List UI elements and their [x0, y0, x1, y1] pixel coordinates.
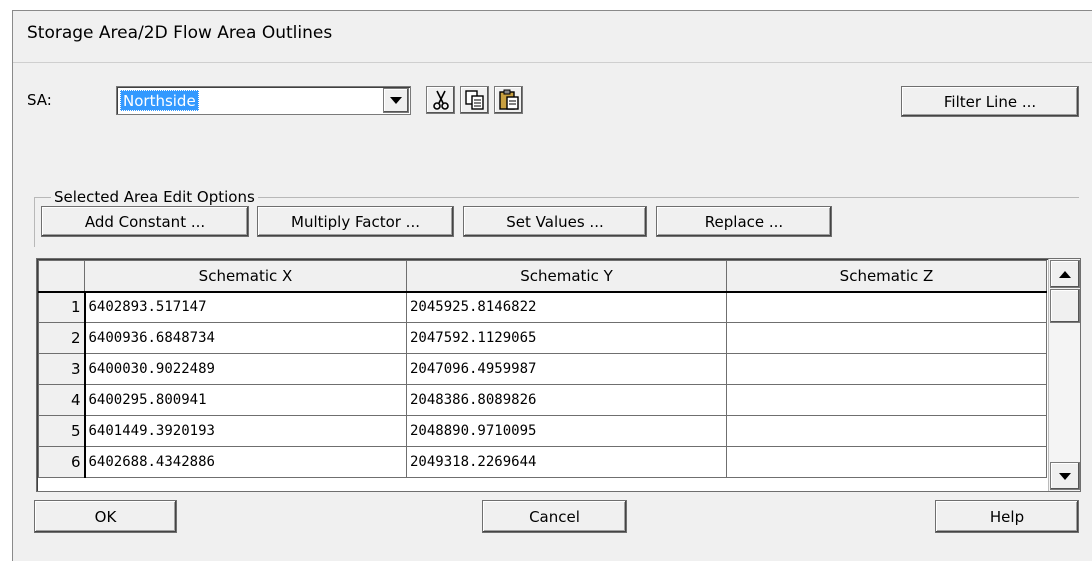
row-number[interactable]: 4	[38, 384, 86, 416]
table-row: 2 6400936.6848734 2047592.1129065	[38, 322, 1047, 354]
row-number[interactable]: 2	[38, 322, 86, 354]
help-button[interactable]: Help	[935, 500, 1079, 533]
table-header-row: Schematic X Schematic Y Schematic Z	[38, 260, 1047, 293]
corner-header-cell[interactable]	[38, 260, 85, 293]
cell-schematic-x[interactable]: 6400295.800941	[84, 384, 407, 416]
cut-button[interactable]	[426, 86, 455, 114]
ok-button[interactable]: OK	[34, 500, 177, 533]
replace-button[interactable]: Replace ...	[656, 206, 832, 237]
sa-selected-value: Northside	[120, 90, 199, 111]
cell-schematic-y[interactable]: 2048890.9710095	[406, 415, 727, 447]
cell-schematic-y[interactable]: 2047096.4959987	[406, 353, 727, 385]
cell-schematic-x[interactable]: 6402893.517147	[84, 291, 407, 323]
cell-schematic-z[interactable]	[726, 291, 1047, 323]
cell-schematic-y[interactable]: 2047592.1129065	[406, 322, 727, 354]
filter-line-button[interactable]: Filter Line ...	[901, 86, 1079, 117]
add-constant-button[interactable]: Add Constant ...	[41, 206, 249, 237]
cancel-button[interactable]: Cancel	[482, 500, 627, 533]
scroll-up-button[interactable]	[1050, 260, 1080, 288]
window-title: Storage Area/2D Flow Area Outlines	[27, 23, 333, 43]
multiply-factor-button[interactable]: Multiply Factor ...	[257, 206, 454, 237]
row-number[interactable]: 3	[38, 353, 86, 385]
cell-schematic-x[interactable]: 6400030.9022489	[84, 353, 407, 385]
cell-schematic-y[interactable]: 2045925.8146822	[406, 291, 727, 323]
set-values-button[interactable]: Set Values ...	[463, 206, 647, 237]
coordinates-table: Schematic X Schematic Y Schematic Z 1 64…	[38, 260, 1047, 478]
column-header-schematic-z[interactable]: Schematic Z	[726, 260, 1047, 293]
arrow-up-icon	[1059, 270, 1071, 278]
cell-schematic-z[interactable]	[726, 353, 1047, 385]
edit-options-label: Selected Area Edit Options	[51, 188, 258, 206]
scissors-icon	[432, 90, 449, 110]
chevron-down-icon	[390, 97, 402, 104]
cell-schematic-z[interactable]	[726, 322, 1047, 354]
table-row: 6 6402688.4342886 2049318.2269644	[38, 446, 1047, 478]
vertical-scrollbar[interactable]	[1048, 259, 1080, 491]
table-row: 5 6401449.3920193 2048890.9710095	[38, 415, 1047, 447]
cell-schematic-y[interactable]: 2048386.8089826	[406, 384, 727, 416]
cell-schematic-x[interactable]: 6402688.4342886	[84, 446, 407, 478]
cell-schematic-z[interactable]	[726, 384, 1047, 416]
arrow-down-icon	[1059, 472, 1071, 480]
scroll-down-button[interactable]	[1050, 462, 1080, 490]
title-bar[interactable]: Storage Area/2D Flow Area Outlines	[13, 11, 1092, 63]
table-row: 3 6400030.9022489 2047096.4959987	[38, 353, 1047, 385]
paste-button[interactable]	[494, 86, 523, 114]
column-header-schematic-x[interactable]: Schematic X	[84, 260, 407, 293]
cell-schematic-z[interactable]	[726, 415, 1047, 447]
coordinates-grid[interactable]: Schematic X Schematic Y Schematic Z 1 64…	[36, 258, 1081, 492]
row-number[interactable]: 5	[38, 415, 86, 447]
cell-schematic-x[interactable]: 6401449.3920193	[84, 415, 407, 447]
cell-schematic-z[interactable]	[726, 446, 1047, 478]
sa-combobox[interactable]: Northside	[116, 86, 411, 115]
cell-schematic-y[interactable]: 2049318.2269644	[406, 446, 727, 478]
sa-label: SA:	[27, 91, 52, 109]
combo-dropdown-button[interactable]	[383, 88, 409, 113]
scrollbar-thumb[interactable]	[1050, 289, 1080, 323]
copy-button[interactable]	[460, 86, 489, 114]
table-row: 4 6400295.800941 2048386.8089826	[38, 384, 1047, 416]
dialog-window: Storage Area/2D Flow Area Outlines SA: N…	[12, 10, 1092, 561]
column-header-schematic-y[interactable]: Schematic Y	[406, 260, 727, 293]
row-number[interactable]: 6	[38, 446, 86, 478]
paste-icon	[498, 89, 519, 110]
table-row: 1 6402893.517147 2045925.8146822	[38, 291, 1047, 323]
cell-schematic-x[interactable]: 6400936.6848734	[84, 322, 407, 354]
copy-icon	[464, 90, 484, 110]
row-number[interactable]: 1	[38, 291, 86, 323]
